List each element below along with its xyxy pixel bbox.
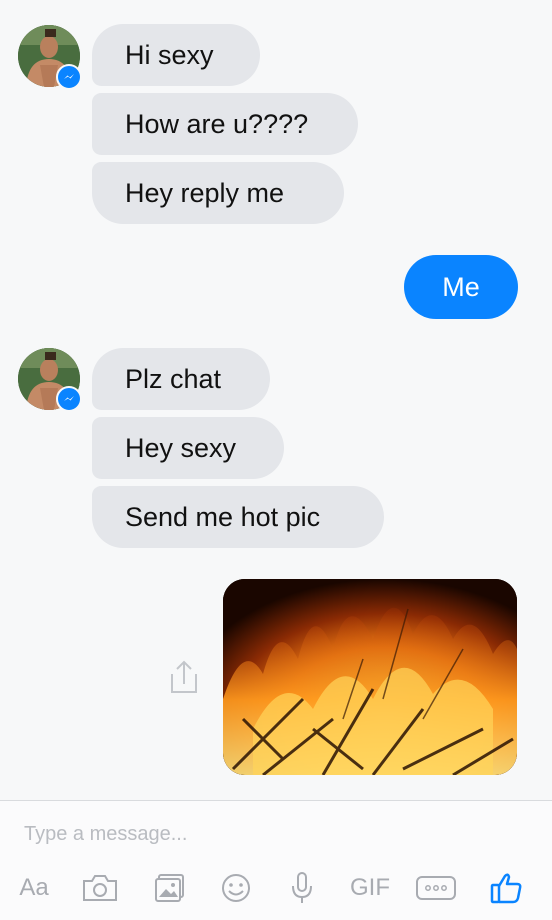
received-message[interactable]: Hey reply me — [92, 162, 344, 224]
microphone-icon[interactable] — [284, 868, 320, 908]
camera-icon[interactable] — [78, 868, 122, 908]
received-message[interactable]: Plz chat — [92, 348, 270, 410]
like-icon[interactable] — [486, 868, 526, 908]
message-input[interactable] — [24, 820, 504, 848]
conversation-view: Hi sexy How are u???? Hey reply me Me Pl… — [0, 0, 552, 800]
text-format-button[interactable]: Aa — [14, 868, 54, 908]
emoji-icon[interactable] — [216, 868, 256, 908]
fire-image — [223, 579, 517, 775]
received-message[interactable]: Send me hot pic — [92, 486, 384, 548]
gallery-icon[interactable] — [150, 868, 190, 908]
message-text: How are u???? — [125, 108, 309, 139]
sent-photo-fire[interactable] — [223, 579, 517, 775]
share-icon[interactable] — [166, 658, 202, 696]
received-message[interactable]: Hi sexy — [92, 24, 260, 86]
sent-message[interactable]: Me — [404, 255, 518, 319]
message-text: Hey sexy — [125, 432, 237, 463]
messenger-badge-icon — [56, 64, 82, 90]
messenger-badge-icon — [56, 386, 82, 412]
message-text: Me — [442, 271, 480, 302]
message-text: Send me hot pic — [125, 501, 321, 532]
received-message[interactable]: How are u???? — [92, 93, 358, 155]
received-message[interactable]: Hey sexy — [92, 417, 284, 479]
message-text: Hi sexy — [125, 39, 214, 70]
message-text: Plz chat — [125, 363, 222, 394]
more-icon[interactable] — [412, 868, 460, 908]
gif-button[interactable]: GIF — [344, 868, 396, 908]
message-text: Hey reply me — [125, 177, 285, 208]
